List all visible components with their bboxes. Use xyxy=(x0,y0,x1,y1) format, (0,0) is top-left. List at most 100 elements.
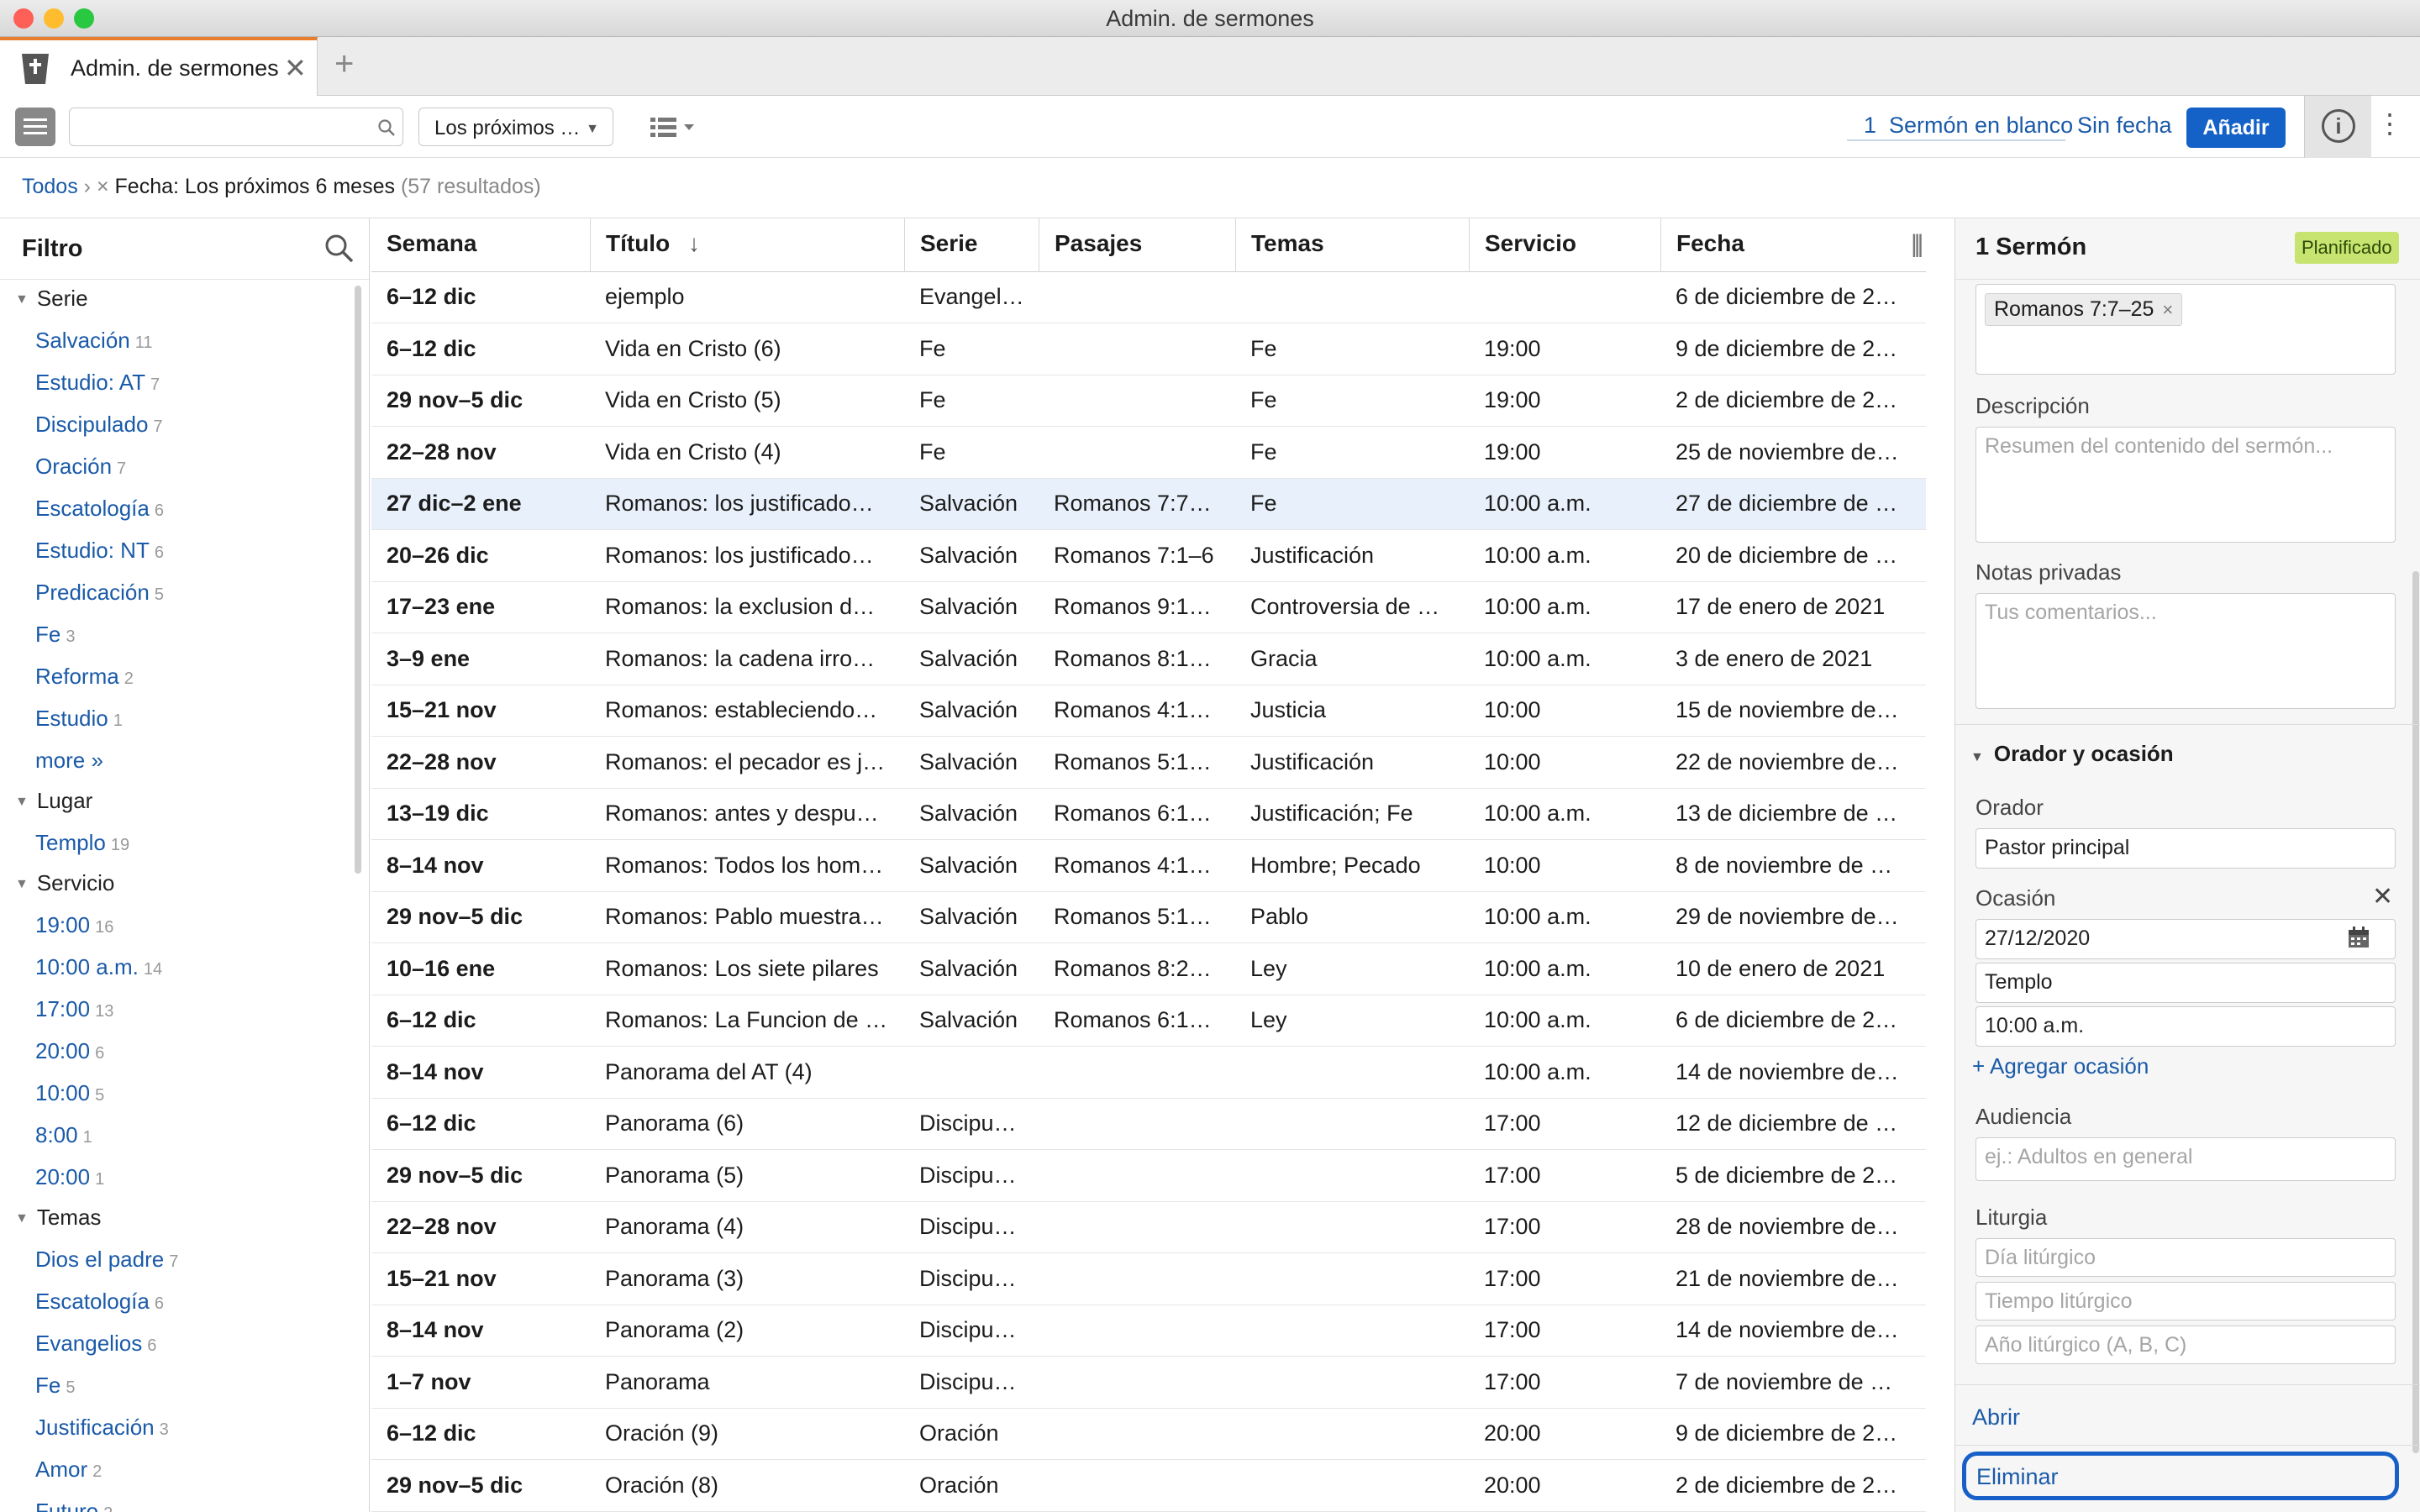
search-input[interactable] xyxy=(69,108,403,146)
table-row[interactable]: 29 nov–5 dic Vida en Cristo (5) Fe Fe 19:00 2… xyxy=(371,375,1926,427)
occasion-time-field[interactable]: 10:00 a.m. xyxy=(1975,1006,2396,1047)
remove-passage-icon[interactable]: × xyxy=(2162,299,2173,320)
tab-sermon-admin[interactable]: Admin. de sermones ✕ xyxy=(0,37,318,96)
speaker-field[interactable]: Pastor principal xyxy=(1975,828,2396,869)
table-row[interactable]: 27 dic–2 ene Romanos: los justificado… Sal… xyxy=(371,479,1926,530)
info-panel-toggle[interactable]: i xyxy=(2304,96,2371,158)
filter-item[interactable]: Justificación 3 xyxy=(35,1415,169,1441)
filter-item[interactable]: Escatología 6 xyxy=(35,1289,164,1315)
filter-item[interactable]: Estudio: NT 6 xyxy=(35,538,164,564)
filter-item[interactable]: Discipulado 7 xyxy=(35,412,163,438)
blank-sermon-link[interactable]: Sermón en blanco xyxy=(1889,113,2073,139)
filter-group-temas[interactable]: ▼ Temas xyxy=(15,1205,101,1231)
table-row[interactable]: 29 nov–5 dic Panorama (5) Discipu… 17:00 5 d… xyxy=(371,1151,1926,1202)
column-header-servicio[interactable]: Servicio xyxy=(1469,218,1660,272)
filter-item[interactable]: Predicación 5 xyxy=(35,580,164,606)
table-row[interactable]: 8–14 nov Panorama del AT (4) 10:00 a.m. 14 … xyxy=(371,1047,1926,1099)
filter-item[interactable]: Templo 19 xyxy=(35,830,129,856)
table-row[interactable]: 22–28 nov Romanos: el pecador es j… Salvac… xyxy=(371,738,1926,789)
search-icon[interactable] xyxy=(323,232,356,265)
filter-item[interactable]: 20:00 6 xyxy=(35,1038,104,1064)
open-link[interactable]: Abrir xyxy=(1972,1404,2020,1431)
breadcrumb-all[interactable]: Todos xyxy=(22,175,78,198)
table-row[interactable]: 6–12 dic Oración (9) Oración 20:00 9 de dici… xyxy=(371,1409,1926,1460)
liturgical-year-field[interactable]: Año litúrgico (A, B, C) xyxy=(1975,1326,2396,1364)
column-header-temas[interactable]: Temas xyxy=(1235,218,1469,272)
filter-item[interactable]: 20:00 1 xyxy=(35,1164,104,1190)
table-cell: 10:00 a.m. xyxy=(1484,542,1591,568)
view-options-button[interactable] xyxy=(649,108,699,146)
column-header-titulo[interactable]: Título ↓ xyxy=(590,218,904,272)
filter-group-servicio[interactable]: ▼ Servicio xyxy=(15,870,114,896)
filter-item[interactable]: Evangelios 6 xyxy=(35,1331,156,1357)
new-tab-button[interactable]: + xyxy=(334,45,354,83)
filter-group-serie[interactable]: ▼ Serie xyxy=(15,286,88,312)
table-row[interactable]: 6–12 dic Romanos: La Funcion de … Salvació… xyxy=(371,995,1926,1047)
panel-scrollbar[interactable] xyxy=(2412,571,2419,1453)
audience-field[interactable]: ej.: Adultos en general xyxy=(1975,1137,2396,1181)
filter-item[interactable]: 19:00 16 xyxy=(35,912,113,938)
table-row[interactable]: 6–12 dic Vida en Cristo (6) Fe Fe 19:00 9 de … xyxy=(371,324,1926,375)
table-row[interactable]: 29 nov–5 dic Oración (8) Oración 20:00 2 de … xyxy=(371,1461,1926,1512)
filter-item[interactable]: 8:00 1 xyxy=(35,1122,92,1148)
more-options-icon[interactable]: ⋮ xyxy=(2376,108,2403,139)
column-chooser-icon[interactable]: ||| xyxy=(1911,230,1924,259)
filter-item[interactable]: 10:00 5 xyxy=(35,1080,104,1106)
delete-link[interactable]: Eliminar xyxy=(1962,1452,2399,1500)
table-cell: 22 de noviembre de … xyxy=(1676,748,1899,774)
passages-field[interactable]: Romanos 7:7–25 × xyxy=(1975,284,2396,375)
add-button[interactable]: Añadir xyxy=(2186,108,2286,148)
liturgical-season-field[interactable]: Tiempo litúrgico xyxy=(1975,1282,2396,1320)
table-row[interactable]: 15–21 nov Panorama (3) Discipu… 17:00 21 de … xyxy=(371,1254,1926,1305)
filter-item[interactable]: Dios el padre 7 xyxy=(35,1247,178,1273)
table-row[interactable]: 6–12 dic Panorama (6) Discipu… 17:00 12 de d… xyxy=(371,1099,1926,1150)
table-row[interactable]: 8–14 nov Romanos: Todos los hom… Salvación… xyxy=(371,841,1926,892)
filter-item[interactable]: Oración 7 xyxy=(35,454,126,480)
blank-sermon-count[interactable]: 1 xyxy=(1864,113,1876,139)
remove-filter-icon[interactable]: × xyxy=(97,175,109,198)
table-row[interactable]: 10–16 ene Romanos: Los siete pilares Salva… xyxy=(371,944,1926,995)
occasion-place-field[interactable]: Templo xyxy=(1975,963,2396,1003)
filter-item[interactable]: Fe 3 xyxy=(35,622,75,648)
filter-item[interactable]: 17:00 13 xyxy=(35,996,113,1022)
table-row[interactable]: 29 nov–5 dic Romanos: Pablo muestra… Salva… xyxy=(371,892,1926,943)
section-toggle-speaker-occasion[interactable]: ▼ Orador y ocasión xyxy=(1970,741,2174,767)
date-range-select[interactable]: Los próximos … ▼ xyxy=(418,108,613,146)
description-textarea[interactable]: Resumen del contenido del sermón... xyxy=(1975,427,2396,543)
clear-occasion-icon[interactable]: ✕ xyxy=(2372,882,2393,911)
tab-close-icon[interactable]: ✕ xyxy=(284,52,307,84)
occasion-date-field[interactable]: 27/12/2020 xyxy=(1975,919,2396,959)
column-header-fecha[interactable]: Fecha xyxy=(1660,218,1904,272)
table-row[interactable]: 6–12 dic ejemplo Evangel… 6 de diciembre de… xyxy=(371,272,1926,323)
filter-item[interactable]: Amor 2 xyxy=(35,1457,102,1483)
column-header-pasajes[interactable]: Pasajes xyxy=(1039,218,1235,272)
more-link[interactable]: more » xyxy=(35,748,103,774)
filter-item[interactable]: Fe 5 xyxy=(35,1373,75,1399)
liturgical-day-field[interactable]: Día litúrgico xyxy=(1975,1238,2396,1277)
filter-item[interactable]: Reforma 2 xyxy=(35,664,134,690)
no-date-link[interactable]: Sin fecha xyxy=(2077,113,2172,139)
filter-item[interactable]: Estudio 1 xyxy=(35,706,123,732)
add-occasion-link[interactable]: + Agregar ocasión xyxy=(1972,1053,2149,1079)
column-header-serie[interactable]: Serie xyxy=(904,218,1039,272)
table-row[interactable]: 15–21 nov Romanos: estableciendo… Salvació… xyxy=(371,685,1926,737)
private-notes-textarea[interactable]: Tus comentarios... xyxy=(1975,593,2396,709)
table-row[interactable]: 17–23 ene Romanos: la exclusion d… Salvaci… xyxy=(371,582,1926,633)
filter-group-lugar[interactable]: ▼ Lugar xyxy=(15,788,92,814)
calendar-icon[interactable] xyxy=(2347,926,2370,949)
table-row[interactable]: 13–19 dic Romanos: antes y despu… Salvació… xyxy=(371,789,1926,840)
filter-item[interactable]: Escatología 6 xyxy=(35,496,164,522)
sidebar-toggle-button[interactable] xyxy=(15,108,55,146)
table-row[interactable]: 22–28 nov Panorama (4) Discipu… 17:00 28 de … xyxy=(371,1202,1926,1253)
table-row[interactable]: 22–28 nov Vida en Cristo (4) Fe Fe 19:00 25 d… xyxy=(371,428,1926,479)
table-row[interactable]: 3–9 ene Romanos: la cadena irro… Salvación… xyxy=(371,634,1926,685)
filter-item[interactable]: 10:00 a.m. 14 xyxy=(35,954,162,980)
filter-item[interactable]: Salvación 11 xyxy=(35,328,153,354)
filter-item[interactable]: Estudio: AT 7 xyxy=(35,370,160,396)
table-row[interactable]: 1–7 nov Panorama Discipu… 17:00 7 de noviemb… xyxy=(371,1357,1926,1409)
table-row[interactable]: 20–26 dic Romanos: los justificado… Salvac… xyxy=(371,531,1926,582)
sidebar-scrollbar[interactable] xyxy=(355,286,361,874)
table-row[interactable]: 8–14 nov Panorama (2) Discipu… 17:00 14 de n… xyxy=(371,1305,1926,1357)
column-header-semana[interactable]: Semana xyxy=(371,218,590,272)
filter-item[interactable]: Futuro2 xyxy=(35,1499,113,1512)
